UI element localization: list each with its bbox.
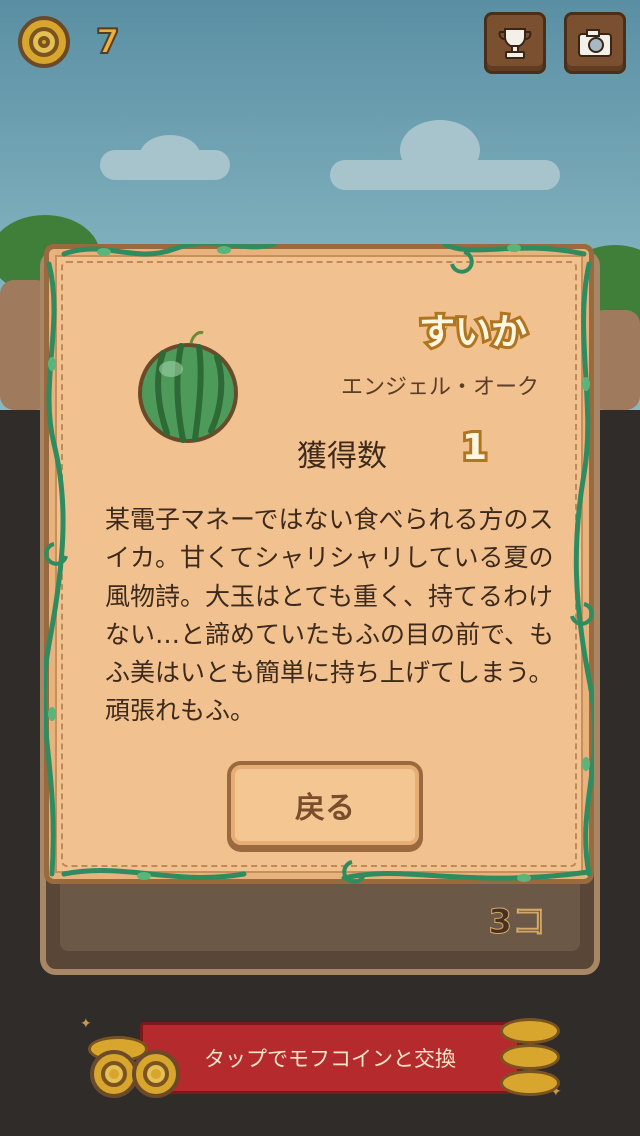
shelf-item-count: 3コ — [488, 902, 547, 943]
camera-button[interactable] — [564, 12, 626, 74]
coin-counter: 7 — [18, 16, 121, 68]
acquired-count-label: 獲得数 — [297, 439, 387, 474]
coin-count: 7 — [95, 21, 121, 63]
coin-stack-icon — [500, 1044, 560, 1070]
exchange-button[interactable]: ✦ ✦ タップでモフコインと交換 — [80, 1016, 570, 1100]
coin-stack-icon — [500, 1070, 560, 1096]
cloud — [400, 120, 480, 180]
trophy-button[interactable] — [484, 12, 546, 74]
item-name: すいか — [416, 309, 530, 356]
moff-coin-icon — [18, 16, 70, 68]
moff-coin-icon — [90, 1050, 138, 1098]
item-description: 某電子マネーではない食べられる方のスイカ。甘くてシャリシャリしている夏の風物詩。… — [105, 505, 555, 726]
item-origin: エンジェル・オーク — [340, 375, 539, 400]
exchange-banner: タップでモフコインと交換 — [140, 1022, 520, 1094]
moff-coin-icon — [132, 1050, 180, 1098]
item-detail-card: すいか エンジェル・オーク 獲得数 1 某電子マネーではない食べられる方のスイカ… — [44, 244, 594, 884]
back-button[interactable]: 戻る — [227, 761, 423, 849]
coin-stack-icon — [500, 1018, 560, 1044]
cloud — [140, 135, 200, 175]
trophy-icon — [498, 28, 532, 59]
sparkle-icon: ✦ — [80, 1016, 92, 1032]
acquired-count-value: 1 — [459, 424, 490, 471]
camera-icon — [578, 29, 612, 57]
watermelon-icon — [138, 331, 238, 443]
